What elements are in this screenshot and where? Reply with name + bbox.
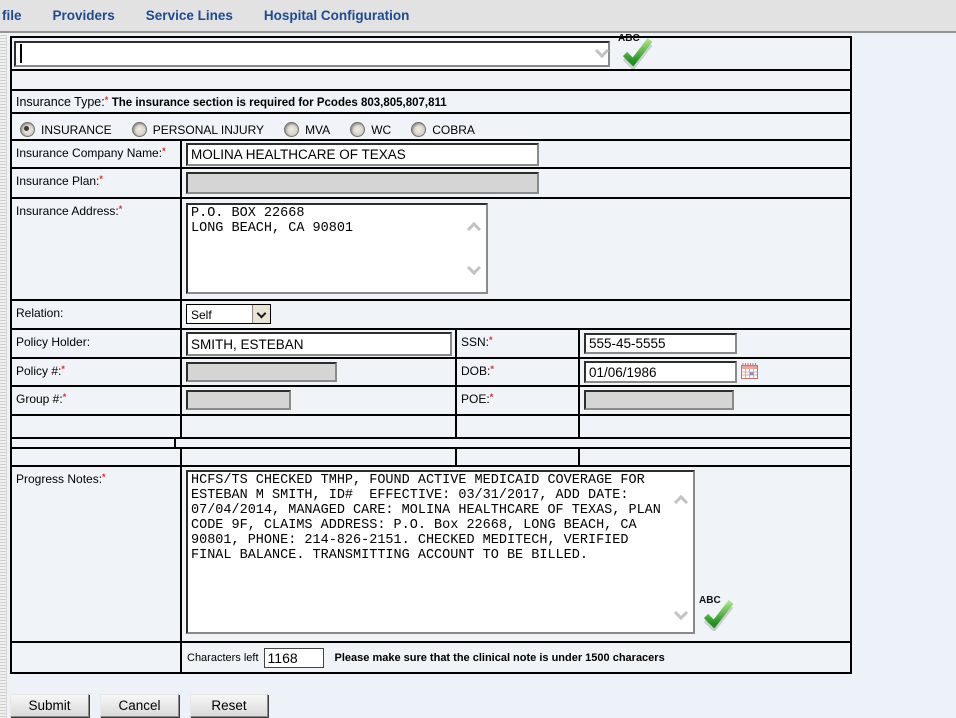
submit-button[interactable]: Submit (10, 694, 89, 717)
insurance-type-header-row: Insurance Type:* The insurance section i… (12, 91, 850, 114)
insurance-plan-input (186, 172, 539, 194)
insurance-address-label: Insurance Address: (16, 204, 119, 218)
char-counter-row: Characters left Please make sure that th… (12, 643, 850, 672)
insurance-address-textarea[interactable]: P.O. BOX 22668 LONG BEACH, CA 90801 (186, 203, 488, 294)
radio-button-wc[interactable] (350, 122, 365, 137)
required-asterisk: * (61, 364, 65, 374)
group-number-label: Group #: (16, 392, 63, 406)
required-asterisk: * (162, 146, 166, 156)
group-number-input (186, 390, 291, 410)
spellcheck-abc-icon[interactable]: ABC (698, 595, 736, 631)
radio-button-cobra[interactable] (411, 122, 426, 137)
empty-row (12, 449, 850, 467)
policy-holder-label: Policy Holder: (16, 335, 90, 349)
group-number-row: Group #:* POE:* (12, 387, 850, 416)
radio-option-mva[interactable]: MVA (284, 122, 330, 137)
relation-row: Relation: Self (12, 301, 850, 330)
insurance-form-table: ABC Insurance Type:* The insurance secti… (10, 36, 852, 674)
radio-option-wc[interactable]: WC (350, 122, 391, 137)
left-gutter (0, 35, 7, 718)
radio-button-mva[interactable] (284, 122, 299, 137)
progress-notes-label: Progress Notes: (16, 472, 102, 486)
nav-item-hospital-configuration[interactable]: Hospital Configuration (264, 8, 410, 23)
required-asterisk: * (489, 335, 493, 345)
required-asterisk: * (119, 204, 123, 214)
radio-button-personal-injury[interactable] (132, 122, 147, 137)
insurance-type-label: Insurance Type: (16, 95, 105, 109)
calendar-icon[interactable] (741, 363, 758, 379)
insurance-type-options-row: INSURANCE PERSONAL INJURY MVA WC COBRA (12, 114, 850, 141)
required-asterisk: * (102, 472, 106, 482)
top-nav-bar: file Providers Service Lines Hospital Co… (0, 0, 956, 33)
poe-input (584, 390, 734, 410)
insurance-plan-row: Insurance Plan:* (12, 169, 850, 199)
radio-option-personal-injury[interactable]: PERSONAL INJURY (132, 122, 264, 137)
cancel-button[interactable]: Cancel (100, 694, 179, 717)
spellcheck-abc-icon[interactable]: ABC (617, 33, 655, 69)
progress-notes-row: Progress Notes:* HCFS/TS CHECKED TMHP, F… (12, 467, 850, 643)
policy-number-row: Policy #:* DOB:* (12, 359, 850, 387)
relation-select[interactable]: Self (186, 304, 271, 324)
insurance-type-note: The insurance section is required for Pc… (112, 97, 447, 109)
required-asterisk: * (63, 392, 67, 402)
abc-label: ABC (699, 595, 721, 606)
chevron-down-icon (257, 308, 267, 318)
radio-label: INSURANCE (41, 123, 112, 137)
radio-label: PERSONAL INJURY (153, 123, 264, 137)
radio-option-insurance[interactable]: INSURANCE (20, 122, 112, 137)
char-limit-note: Please make sure that the clinical note … (335, 652, 665, 664)
radio-label: MVA (305, 123, 330, 137)
dob-input[interactable] (584, 361, 737, 383)
policy-number-input (186, 362, 337, 382)
poe-label: POE: (461, 392, 490, 406)
policy-number-label: Policy #: (16, 364, 61, 378)
radio-label: COBRA (432, 123, 475, 137)
spacer-row (12, 71, 850, 91)
nav-item-providers[interactable]: Providers (53, 8, 115, 23)
nav-item-file[interactable]: file (2, 8, 22, 23)
required-asterisk: * (490, 392, 494, 402)
relation-select-value: Self (187, 305, 252, 323)
policy-holder-row: Policy Holder: SSN:* (12, 330, 850, 359)
ssn-label: SSN: (461, 335, 489, 349)
characters-left-input[interactable] (264, 648, 324, 668)
progress-notes-textarea[interactable]: HCFS/TS CHECKED TMHP, FOUND ACTIVE MEDIC… (186, 470, 695, 634)
company-name-label: Insurance Company Name: (16, 146, 162, 160)
insurance-plan-label: Insurance Plan: (16, 174, 99, 188)
text-caret (20, 44, 22, 63)
radio-option-cobra[interactable]: COBRA (411, 122, 475, 137)
dob-label: DOB: (461, 364, 490, 378)
policy-holder-input[interactable] (186, 332, 452, 356)
radio-label: WC (371, 123, 391, 137)
abc-label: ABC (618, 33, 640, 44)
company-name-input[interactable] (186, 143, 539, 166)
company-name-row: Insurance Company Name:* (12, 141, 850, 169)
select-dropdown-button[interactable] (252, 305, 270, 323)
reset-button[interactable]: Reset (190, 694, 268, 717)
relation-label: Relation: (16, 306, 63, 320)
top-combo-input[interactable] (14, 41, 610, 67)
required-asterisk: * (490, 364, 494, 374)
empty-row (12, 416, 850, 439)
characters-left-label: Characters left (187, 652, 259, 664)
ssn-input[interactable] (584, 333, 737, 354)
radio-button-insurance[interactable] (20, 122, 35, 137)
nav-item-service-lines[interactable]: Service Lines (146, 8, 233, 23)
insurance-address-row: Insurance Address:* P.O. BOX 22668 LONG … (12, 199, 850, 301)
required-asterisk: * (105, 95, 109, 105)
required-asterisk: * (99, 174, 103, 184)
top-field-row: ABC (12, 38, 850, 71)
thin-spacer-row (12, 439, 850, 449)
